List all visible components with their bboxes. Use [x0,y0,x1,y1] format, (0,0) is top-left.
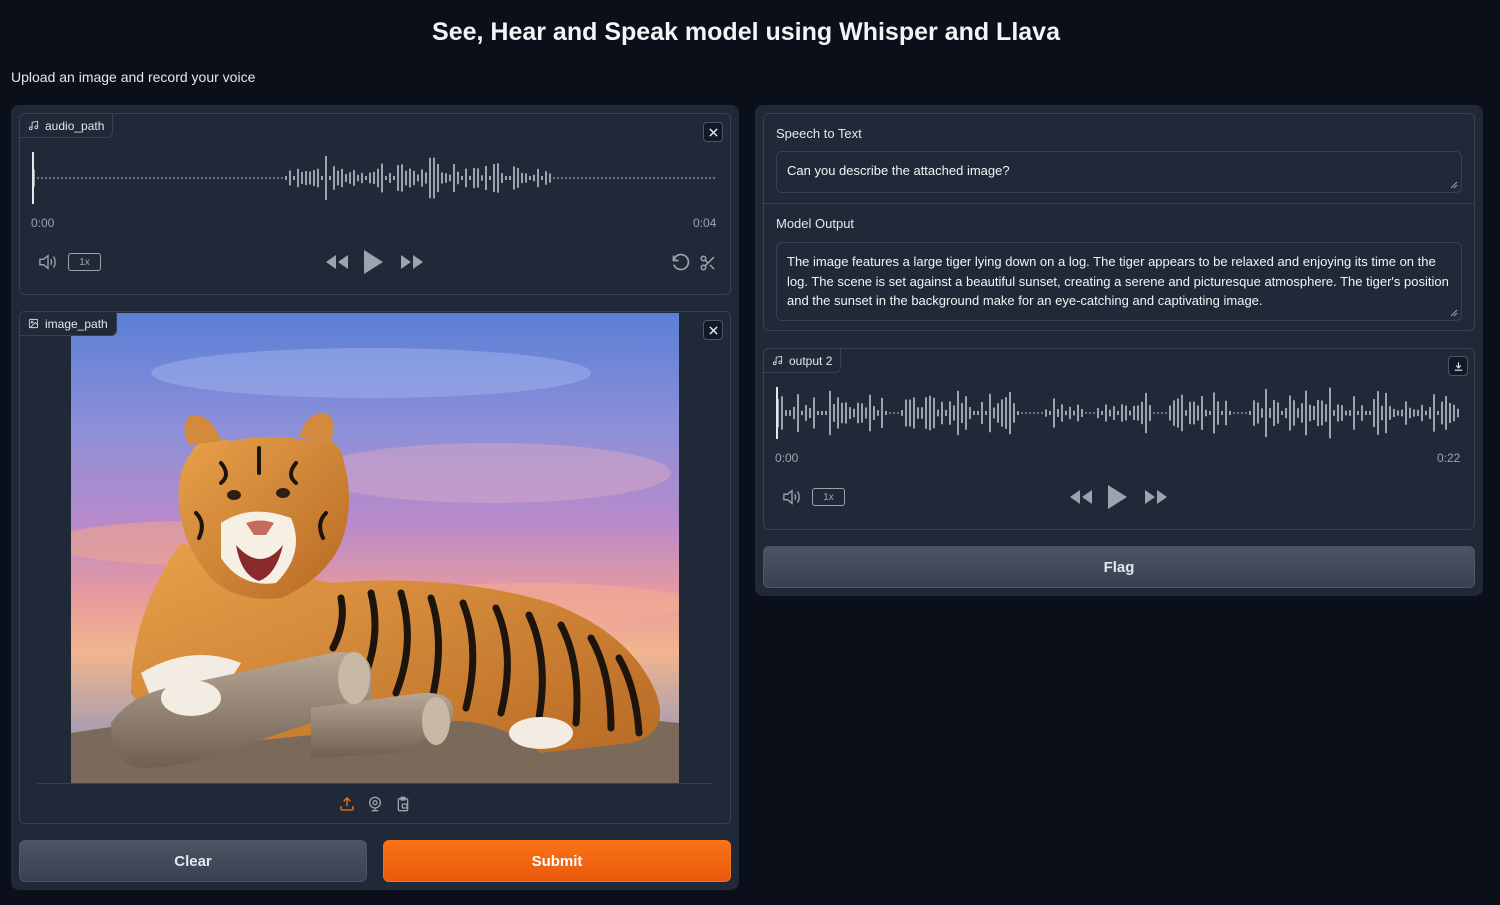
flag-button[interactable]: Flag [763,546,1475,588]
field-divider [764,203,1474,204]
speech-to-text-field[interactable]: Can you describe the attached image? [776,151,1462,193]
audio-input-rewind-button[interactable] [324,252,350,272]
tiger-image-graphic [71,313,679,783]
play-icon [1108,485,1127,509]
model-output-field[interactable]: The image features a large tiger lying d… [776,242,1462,321]
submit-button[interactable]: Submit [383,840,731,882]
audio-output-forward-button[interactable] [1143,487,1169,507]
audio-input-trim-button[interactable] [697,252,719,274]
audio-clear-button[interactable] [703,122,723,142]
image-icon [28,318,39,329]
speech-to-text-label: Speech to Text [776,126,862,141]
image-input-label-tag: image_path [19,311,117,336]
audio-output-play-button[interactable] [1105,482,1129,512]
audio-output-volume-button[interactable] [781,486,803,508]
undo-icon [672,253,690,271]
audio-output-waveform[interactable] [776,385,1462,441]
text-outputs-block: Speech to Text Can you describe the atta… [763,113,1475,331]
audio-input-forward-button[interactable] [399,252,425,272]
audio-input-time-end: 0:04 [693,216,717,230]
audio-input-undo-button[interactable] [670,252,692,274]
page-title: See, Hear and Speak model using Whisper … [432,18,1060,46]
audio-input-time-start: 0:00 [31,216,55,230]
rewind-icon [326,255,348,269]
model-output-value: The image features a large tiger lying d… [787,254,1449,308]
fast-forward-icon [401,255,423,269]
volume-icon [783,489,800,505]
close-icon [708,127,718,137]
image-clear-button[interactable] [703,320,723,340]
image-input-label: image_path [45,316,108,331]
audio-output-download-button[interactable] [1448,356,1468,376]
tiger-image[interactable] [71,313,679,783]
audio-output-speed-button[interactable]: 1x [812,488,845,506]
audio-output-block: output 2 0:00 0:22 1x [763,348,1475,530]
clear-button[interactable]: Clear [19,840,367,882]
page-description: Upload an image and record your voice [11,69,256,85]
download-icon [1454,361,1462,371]
volume-icon [39,254,56,270]
upload-icon [339,796,354,811]
audio-output-rewind-button[interactable] [1068,487,1094,507]
music-note-icon [28,120,39,131]
image-source-toolbar [37,783,712,823]
scissors-icon [700,255,715,271]
audio-input-block: audio_path 0:00 0:04 1x [19,113,731,295]
webcam-icon [368,796,381,811]
model-output-label: Model Output [776,216,855,231]
speech-to-text-value: Can you describe the attached image? [787,163,1010,178]
music-note-icon [772,355,783,366]
output-column: Speech to Text Can you describe the atta… [755,105,1483,596]
audio-input-play-button[interactable] [361,247,385,277]
audio-input-speed-button[interactable]: 1x [68,253,101,271]
image-input-block: image_path [19,311,731,824]
audio-output-label-tag: output 2 [763,348,842,373]
audio-output-label: output 2 [789,353,833,368]
clipboard-icon [397,796,408,811]
fast-forward-icon [1145,490,1167,504]
upload-button[interactable] [338,795,356,813]
resize-grip-icon[interactable] [1450,309,1458,317]
audio-input-label-tag: audio_path [19,113,114,138]
clipboard-button[interactable] [394,795,412,813]
play-icon [364,250,383,274]
webcam-button[interactable] [366,795,384,813]
resize-grip-icon[interactable] [1450,181,1458,189]
close-icon [708,325,718,335]
input-column: audio_path 0:00 0:04 1x image_path Clear… [11,105,739,890]
rewind-icon [1070,490,1092,504]
audio-input-waveform[interactable] [32,150,716,206]
audio-input-label: audio_path [45,118,105,133]
audio-output-time-start: 0:00 [775,451,799,465]
audio-output-time-end: 0:22 [1437,451,1461,465]
audio-input-volume-button[interactable] [37,251,59,273]
